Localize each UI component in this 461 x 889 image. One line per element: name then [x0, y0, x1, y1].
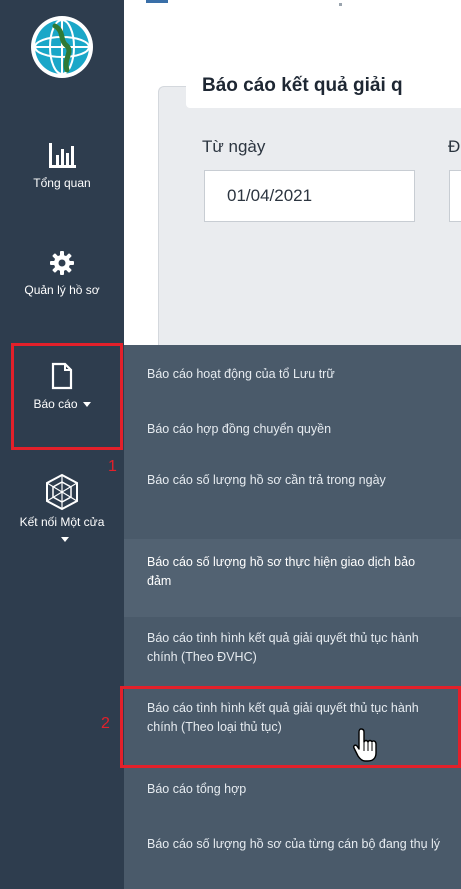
- to-date-label: Đ: [448, 137, 461, 156]
- step-1-label: 1: [108, 458, 117, 475]
- top-bar-marker: [339, 3, 342, 6]
- to-date-input[interactable]: [449, 170, 461, 222]
- menu-item-admin-procedure-by-unit-report[interactable]: Báo cáo tình hình kết quả giải quyết thủ…: [124, 629, 461, 667]
- step-2-label: 2: [101, 715, 110, 732]
- menu-item-secured-transaction-report[interactable]: Báo cáo số lượng hồ sơ thực hiện giao dị…: [124, 539, 461, 617]
- report-title: Báo cáo kết quả giải q: [186, 64, 461, 108]
- hand-pointer-cursor-icon: [353, 728, 377, 762]
- caret-down-icon: [60, 537, 69, 543]
- top-bar-accent: [146, 0, 168, 3]
- menu-item-records-by-staff-report[interactable]: Báo cáo số lượng hồ sơ của từng cán bộ đ…: [124, 835, 461, 854]
- menu-item-records-due-today-report[interactable]: Báo cáo số lượng hồ sơ cần trả trong ngà…: [124, 471, 461, 490]
- gear-icon: [50, 251, 74, 275]
- sidebar-item-records[interactable]: Quản lý hồ sơ: [0, 250, 124, 299]
- network-icon: [46, 473, 78, 511]
- highlight-box-step-2: [120, 686, 461, 768]
- menu-item-transfer-contract-report[interactable]: Báo cáo hợp đồng chuyển quyền: [124, 420, 461, 439]
- globe-logo-icon[interactable]: [29, 14, 95, 80]
- sidebar-item-label: Kết nối Một cửa: [19, 515, 105, 529]
- highlight-box-step-1: [11, 343, 123, 450]
- from-date-input[interactable]: 01/04/2021: [204, 170, 415, 222]
- menu-item-archive-activity-report[interactable]: Báo cáo hoạt động của tổ Lưu trữ: [124, 365, 461, 384]
- from-date-label: Từ ngày: [202, 137, 266, 156]
- report-submenu: Báo cáo hoạt động của tổ Lưu trữ Báo cáo…: [124, 345, 461, 889]
- sidebar-item-label: Quản lý hồ sơ: [24, 283, 100, 297]
- sidebar-item-overview[interactable]: Tổng quan: [0, 143, 124, 192]
- sidebar-item-one-stop-connect[interactable]: Kết nối Một cửa: [0, 473, 124, 548]
- sidebar-item-label: Tổng quan: [33, 176, 91, 190]
- menu-item-summary-report[interactable]: Báo cáo tổng hợp: [124, 780, 461, 799]
- bar-chart-icon: [49, 143, 76, 168]
